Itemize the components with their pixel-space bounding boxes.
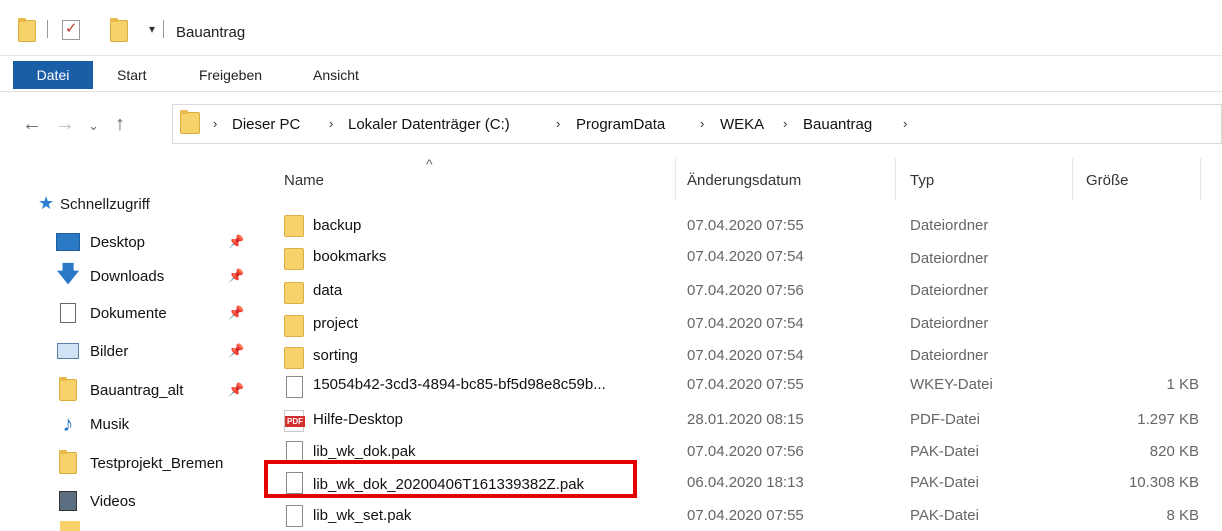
file-type: PAK-Datei [910, 443, 979, 460]
breadcrumb-chevron-icon[interactable]: › [783, 116, 787, 131]
column-header-name[interactable]: Name [284, 172, 324, 189]
file-date: 07.04.2020 07:56 [687, 443, 804, 460]
breadcrumb-bauantrag[interactable]: Bauantrag [803, 116, 872, 133]
file-type: Dateiordner [910, 250, 989, 267]
quick-access-label[interactable]: Schnellzugriff [60, 196, 150, 213]
breadcrumb-lokaler-datentraeger[interactable]: Lokaler Datenträger (C:) [348, 116, 510, 133]
folder-icon [18, 18, 36, 42]
breadcrumb-chevron-icon[interactable]: › [213, 116, 217, 131]
file-name: bookmarks [313, 248, 387, 265]
file-name: backup [313, 217, 362, 234]
file-date: 07.04.2020 07:55 [687, 507, 804, 524]
star-icon: ★ [38, 193, 55, 213]
tab-freigeben[interactable]: Freigeben [199, 61, 262, 89]
table-row[interactable]: PDF Hilfe-Desktop 28.01.2020 08:15 PDF-D… [0, 410, 1222, 445]
file-type: Dateiordner [910, 217, 989, 234]
file-type: WKEY-Datei [910, 376, 993, 393]
breadcrumb-chevron-icon[interactable]: › [556, 116, 560, 131]
file-size: 1 KB [1166, 376, 1199, 393]
quick-access-dropdown-icon[interactable]: ▾ [149, 22, 155, 36]
folder-icon [284, 215, 304, 237]
tab-start[interactable]: Start [117, 61, 147, 89]
file-size: 1.297 KB [1137, 411, 1199, 428]
breadcrumb-chevron-icon[interactable]: › [700, 116, 704, 131]
pdf-icon: PDF [284, 410, 305, 432]
file-name: lib_wk_set.pak [313, 507, 412, 524]
file-date: 07.04.2020 07:54 [687, 315, 804, 332]
file-type: PDF-Datei [910, 411, 981, 428]
file-date: 07.04.2020 07:55 [687, 217, 804, 234]
file-type: PAK-Datei [910, 507, 979, 524]
forward-arrow-icon[interactable]: → [55, 113, 75, 136]
window-title: Bauantrag [176, 24, 246, 41]
tab-ansicht[interactable]: Ansicht [313, 61, 359, 89]
column-divider[interactable] [1200, 158, 1201, 200]
folder-icon [284, 347, 304, 369]
table-row[interactable]: backup 07.04.2020 07:55 Dateiordner [0, 212, 1222, 246]
tab-datei[interactable]: Datei [13, 61, 93, 89]
ribbon-tabs [0, 56, 1222, 92]
breadcrumb-chevron-icon[interactable]: › [329, 116, 333, 131]
table-row[interactable]: 15054b42-3cd3-4894-bc85-bf5d98e8c59b... … [0, 376, 1222, 410]
new-folder-icon[interactable] [110, 18, 128, 42]
up-arrow-icon[interactable]: ↑ [115, 113, 125, 136]
folder-icon [284, 248, 304, 270]
table-row[interactable]: sorting 07.04.2020 07:54 Dateiordner [0, 344, 1222, 378]
title-bar: ▾ Bauantrag [0, 0, 1222, 56]
file-name: lib_wk_dok.pak [313, 443, 416, 460]
back-arrow-icon[interactable]: ← [22, 113, 42, 136]
column-header-date[interactable]: Änderungsdatum [687, 172, 801, 189]
table-row[interactable]: bookmarks 07.04.2020 07:54 Dateiordner [0, 245, 1222, 279]
folder-icon [284, 282, 304, 304]
file-name: data [313, 282, 343, 299]
file-name: sorting [313, 347, 359, 364]
file-date: 07.04.2020 07:55 [687, 376, 804, 393]
folder-icon [284, 315, 304, 337]
separator [47, 20, 48, 38]
file-size: 820 KB [1149, 443, 1199, 460]
file-type: PAK-Datei [910, 474, 979, 491]
column-divider[interactable] [675, 158, 676, 200]
column-divider[interactable] [1072, 158, 1073, 200]
table-row[interactable]: data 07.04.2020 07:56 Dateiordner [0, 279, 1222, 313]
file-date: 06.04.2020 18:13 [687, 474, 804, 491]
table-row[interactable]: project 07.04.2020 07:54 Dateiordner [0, 312, 1222, 346]
file-icon [286, 505, 303, 527]
breadcrumb-chevron-icon[interactable]: › [903, 116, 907, 131]
file-name: Hilfe-Desktop [313, 411, 404, 428]
breadcrumb-dieser-pc[interactable]: Dieser PC [232, 116, 300, 133]
file-name: project [313, 315, 359, 332]
breadcrumb-programdata[interactable]: ProgramData [576, 116, 665, 133]
file-size: 8 KB [1166, 507, 1199, 524]
highlight-box [264, 460, 637, 498]
separator [163, 20, 164, 38]
recent-locations-chevron-icon[interactable]: ⌄ [88, 118, 99, 134]
table-row[interactable]: lib_wk_set.pak 07.04.2020 07:55 PAK-Date… [0, 505, 1222, 531]
column-divider[interactable] [895, 158, 896, 200]
column-header-size[interactable]: Größe [1086, 172, 1129, 189]
breadcrumb-weka[interactable]: WEKA [720, 116, 764, 133]
file-date: 07.04.2020 07:56 [687, 282, 804, 299]
file-date: 07.04.2020 07:54 [687, 248, 804, 265]
file-type: Dateiordner [910, 315, 989, 332]
file-type: Dateiordner [910, 282, 989, 299]
properties-check-icon[interactable] [62, 19, 80, 40]
file-date: 07.04.2020 07:54 [687, 347, 804, 364]
sort-ascending-icon: ^ [426, 156, 433, 172]
file-size: 10.308 KB [1128, 474, 1199, 491]
file-date: 28.01.2020 08:15 [687, 411, 804, 428]
file-name: 15054b42-3cd3-4894-bc85-bf5d98e8c59b... [313, 376, 606, 393]
file-icon [286, 376, 303, 398]
folder-icon [180, 110, 200, 138]
file-type: Dateiordner [910, 347, 989, 364]
column-header-type[interactable]: Typ [910, 172, 934, 189]
